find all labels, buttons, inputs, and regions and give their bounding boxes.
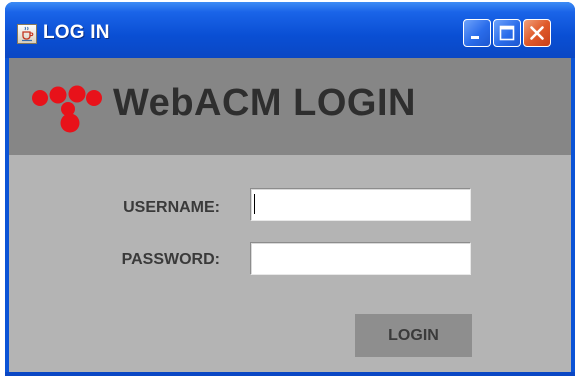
username-label: USERNAME:: [123, 199, 220, 216]
title-bar[interactable]: LOG IN: [5, 2, 575, 58]
minimize-icon: [471, 36, 479, 39]
window-title: LOG IN: [43, 22, 110, 43]
maximize-icon: [499, 25, 515, 41]
text-cursor: [254, 194, 255, 214]
header-banner: WebACM LOGIN: [9, 58, 571, 155]
password-label: PASSWORD:: [121, 251, 220, 268]
login-button[interactable]: LOGIN: [355, 314, 472, 357]
java-cup-icon[interactable]: [17, 24, 37, 44]
minimize-button[interactable]: [463, 19, 491, 47]
maximize-button[interactable]: [493, 19, 521, 47]
banner-heading: WebACM LOGIN: [113, 82, 416, 124]
login-panel: WebACM LOGIN USERNAME: PASSWORD: LOGIN: [9, 58, 571, 372]
window-bottom-border: [5, 372, 575, 376]
login-window: LOG IN WebACM LOGIN USERNAME: PASSWORD: …: [5, 2, 575, 376]
red-dots-logo: [32, 85, 102, 133]
password-input[interactable]: [250, 242, 471, 275]
close-icon: [530, 26, 544, 40]
username-input[interactable]: [250, 188, 471, 221]
close-button[interactable]: [523, 19, 551, 47]
